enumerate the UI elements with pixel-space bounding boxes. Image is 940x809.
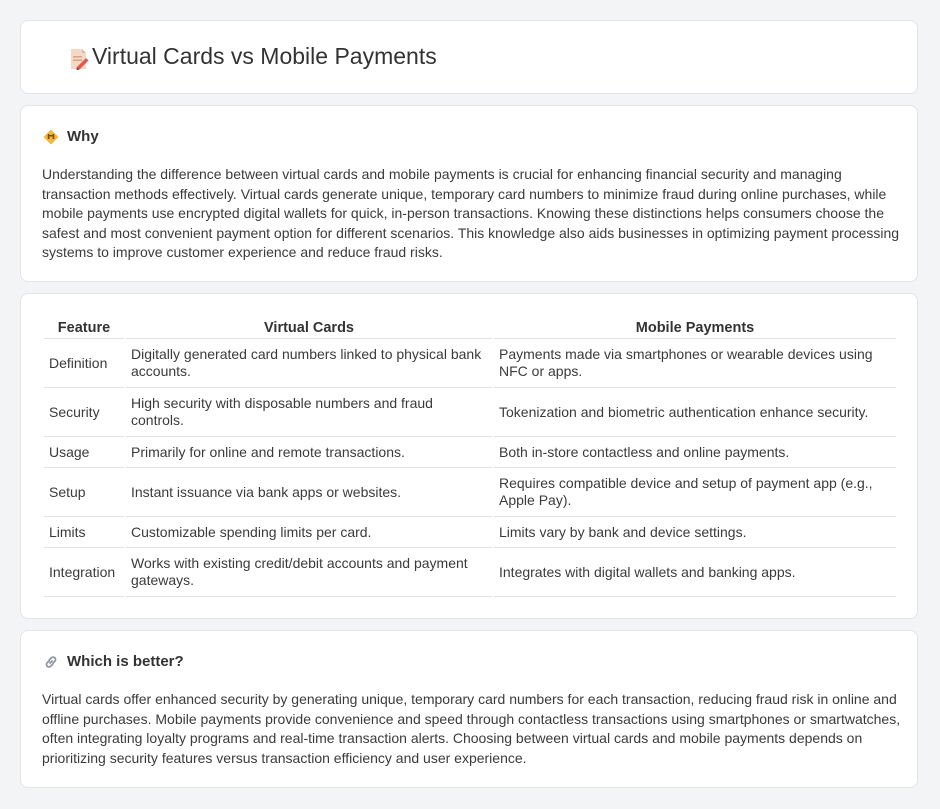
- better-header: Which is better?: [43, 653, 184, 670]
- why-section: Why Understanding the difference between…: [20, 105, 918, 282]
- feature-cell: Integration: [44, 548, 124, 597]
- virtual-cards-cell: Instant issuance via bank apps or websit…: [126, 468, 492, 517]
- table-row: Limits Customizable spending limits per …: [44, 517, 896, 548]
- column-header-feature: Feature: [44, 314, 124, 339]
- comparison-table: Feature Virtual Cards Mobile Payments De…: [42, 314, 898, 597]
- mobile-payments-cell: Both in-store contactless and online pay…: [494, 437, 896, 468]
- mobile-payments-cell: Tokenization and biometric authenticatio…: [494, 388, 896, 437]
- link-icon: [45, 655, 57, 668]
- mobile-payments-cell: Payments made via smartphones or wearabl…: [494, 339, 896, 388]
- mobile-payments-cell: Requires compatible device and setup of …: [494, 468, 896, 517]
- why-text: Understanding the difference between vir…: [42, 166, 900, 260]
- virtual-cards-cell: Digitally generated card numbers linked …: [126, 339, 492, 388]
- mobile-payments-cell: Limits vary by bank and device settings.: [494, 517, 896, 548]
- feature-cell: Usage: [44, 437, 124, 468]
- virtual-cards-cell: Works with existing credit/debit account…: [126, 548, 492, 597]
- table-row: Usage Primarily for online and remote tr…: [44, 437, 896, 468]
- which-is-better-section: Which is better? Virtual cards offer enh…: [20, 630, 918, 788]
- mobile-payments-cell: Integrates with digital wallets and bank…: [494, 548, 896, 597]
- better-text: Virtual cards offer enhanced security by…: [42, 691, 901, 766]
- feature-cell: Limits: [44, 517, 124, 548]
- better-heading: Which is better?: [67, 653, 184, 670]
- feature-cell: Security: [44, 388, 124, 437]
- table-row: Setup Instant issuance via bank apps or …: [44, 468, 896, 517]
- warning-diamond-icon: [43, 129, 59, 144]
- column-header-virtual-cards: Virtual Cards: [126, 314, 492, 339]
- virtual-cards-cell: High security with disposable numbers an…: [126, 388, 492, 437]
- table-row: Definition Digitally generated card numb…: [44, 339, 896, 388]
- virtual-cards-cell: Customizable spending limits per card.: [126, 517, 492, 548]
- why-heading: Why: [67, 128, 99, 145]
- table-row: Integration Works with existing credit/d…: [44, 548, 896, 597]
- column-header-mobile-payments: Mobile Payments: [494, 314, 896, 339]
- table-row: Security High security with disposable n…: [44, 388, 896, 437]
- virtual-cards-cell: Primarily for online and remote transact…: [126, 437, 492, 468]
- table-header-row: Feature Virtual Cards Mobile Payments: [44, 314, 896, 339]
- comparison-table-card: Feature Virtual Cards Mobile Payments De…: [20, 293, 918, 619]
- why-header: Why: [43, 128, 99, 145]
- page-title: Virtual Cards vs Mobile Payments: [92, 43, 437, 69]
- title-card: Virtual Cards vs Mobile Payments: [20, 20, 918, 94]
- document-pencil-icon: [71, 49, 89, 70]
- feature-cell: Setup: [44, 468, 124, 517]
- feature-cell: Definition: [44, 339, 124, 388]
